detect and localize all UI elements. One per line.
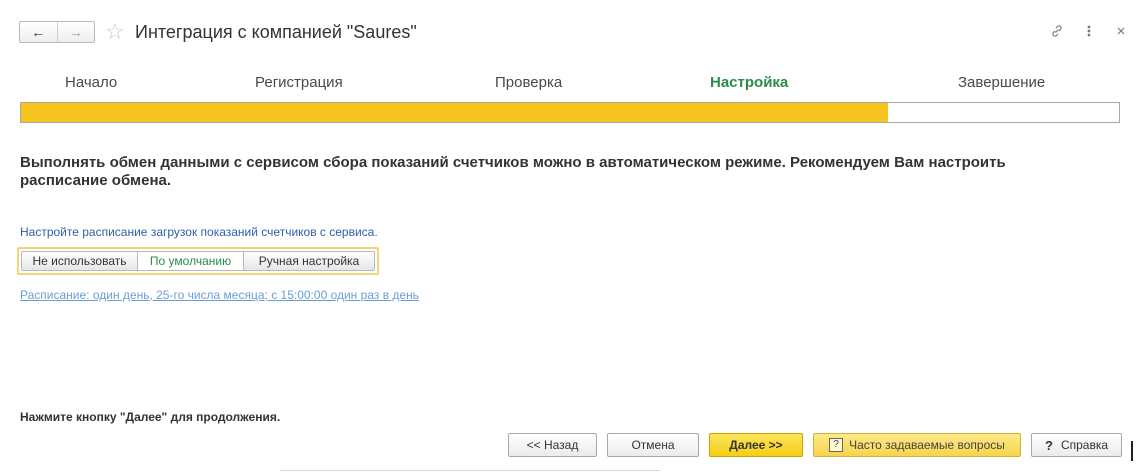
text-cursor xyxy=(1131,441,1133,461)
help-label: Справка xyxy=(1060,438,1109,452)
schedule-mode-selector: Не использовать По умолчанию Ручная наст… xyxy=(17,247,379,275)
lead-text: Выполнять обмен данными с сервисом сбора… xyxy=(20,154,1006,189)
progress-bar xyxy=(20,102,1120,123)
divider xyxy=(280,470,660,471)
faq-button[interactable]: ? Часто задаваемые вопросы xyxy=(813,433,1021,457)
step-finish: Завершение xyxy=(958,74,1046,91)
progress-fill xyxy=(21,103,889,122)
back-arrow-button[interactable]: ← xyxy=(20,22,58,42)
link-icon[interactable] xyxy=(1050,22,1064,40)
forward-arrow-button[interactable]: → xyxy=(58,22,95,42)
option-default[interactable]: По умолчанию xyxy=(138,251,244,271)
option-not-use[interactable]: Не использовать xyxy=(21,251,138,271)
faq-label: Часто задаваемые вопросы xyxy=(849,438,1005,452)
wizard-steps: Начало Регистрация Проверка Настройка За… xyxy=(20,74,1120,94)
step-start: Начало xyxy=(65,74,118,91)
favorite-star-icon[interactable]: ☆ xyxy=(105,18,125,46)
question-icon: ? xyxy=(1044,437,1053,453)
step-check: Проверка xyxy=(495,74,563,91)
back-button[interactable]: << Назад xyxy=(508,433,597,457)
continue-note: Нажмите кнопку "Далее" для продолжения. xyxy=(20,410,281,424)
step-registration: Регистрация xyxy=(255,74,343,91)
next-button[interactable]: Далее >> xyxy=(709,433,803,457)
schedule-hint: Настройте расписание загрузок показаний … xyxy=(20,225,378,239)
cancel-button[interactable]: Отмена xyxy=(607,433,699,457)
help-button[interactable]: ? Справка xyxy=(1031,433,1122,457)
close-icon[interactable] xyxy=(1114,22,1128,40)
window-controls xyxy=(1050,22,1128,40)
title-bar: ← → ☆ Интеграция с компанией "Saures" xyxy=(0,0,1138,64)
window-title: Интеграция с компанией "Saures" xyxy=(135,22,417,42)
step-setup: Настройка xyxy=(710,74,789,91)
schedule-link[interactable]: Расписание: один день, 25-го числа месяц… xyxy=(20,288,419,302)
more-icon[interactable] xyxy=(1082,22,1096,40)
navigation-buttons: ← → xyxy=(19,21,95,43)
question-box-icon: ? xyxy=(829,438,844,452)
option-manual[interactable]: Ручная настройка xyxy=(244,251,375,271)
